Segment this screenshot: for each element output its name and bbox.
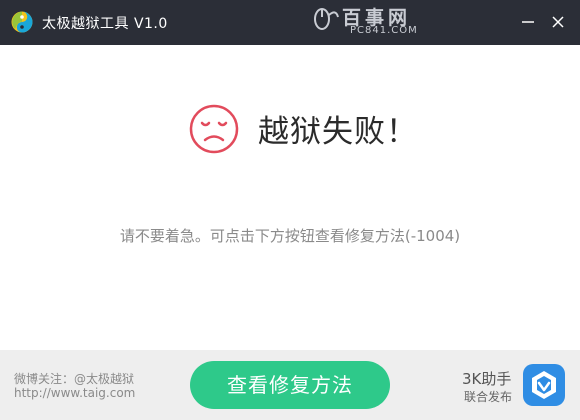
hint-message: 请不要着急。可点击下方按钮查看修复方法(-1004)	[119, 227, 461, 245]
failure-headline: 越狱失败！	[258, 114, 418, 150]
sad-face-icon	[189, 104, 239, 154]
watermark: 百事网 PC841.COM	[312, 3, 462, 39]
taichi-logo-icon	[11, 11, 33, 33]
result-panel: 越狱失败！ 请不要着急。可点击下方按钮查看修复方法(-1004)	[0, 45, 580, 350]
watermark-url: PC841.COM	[350, 25, 418, 36]
footer-bar: 微博关注：@太极越狱 http://www.taig.com 查看修复方法 3K…	[0, 350, 580, 420]
window-title: 太极越狱工具 V1.0	[42, 16, 168, 32]
minimize-icon[interactable]	[515, 9, 541, 35]
helper-name: 3K助手	[462, 370, 512, 388]
website-link[interactable]: http://www.taig.com	[14, 386, 135, 400]
view-fix-button[interactable]: 查看修复方法	[190, 361, 390, 409]
helper-subtitle: 联合发布	[464, 390, 513, 404]
mouse-watermark-icon	[314, 8, 339, 30]
title-bar: 太极越狱工具 V1.0 百事网 PC841.COM	[0, 0, 580, 45]
weibo-follow-text: 微博关注：@太极越狱	[14, 372, 135, 386]
close-icon[interactable]	[545, 9, 571, 35]
3k-helper-app-icon[interactable]	[522, 363, 566, 407]
